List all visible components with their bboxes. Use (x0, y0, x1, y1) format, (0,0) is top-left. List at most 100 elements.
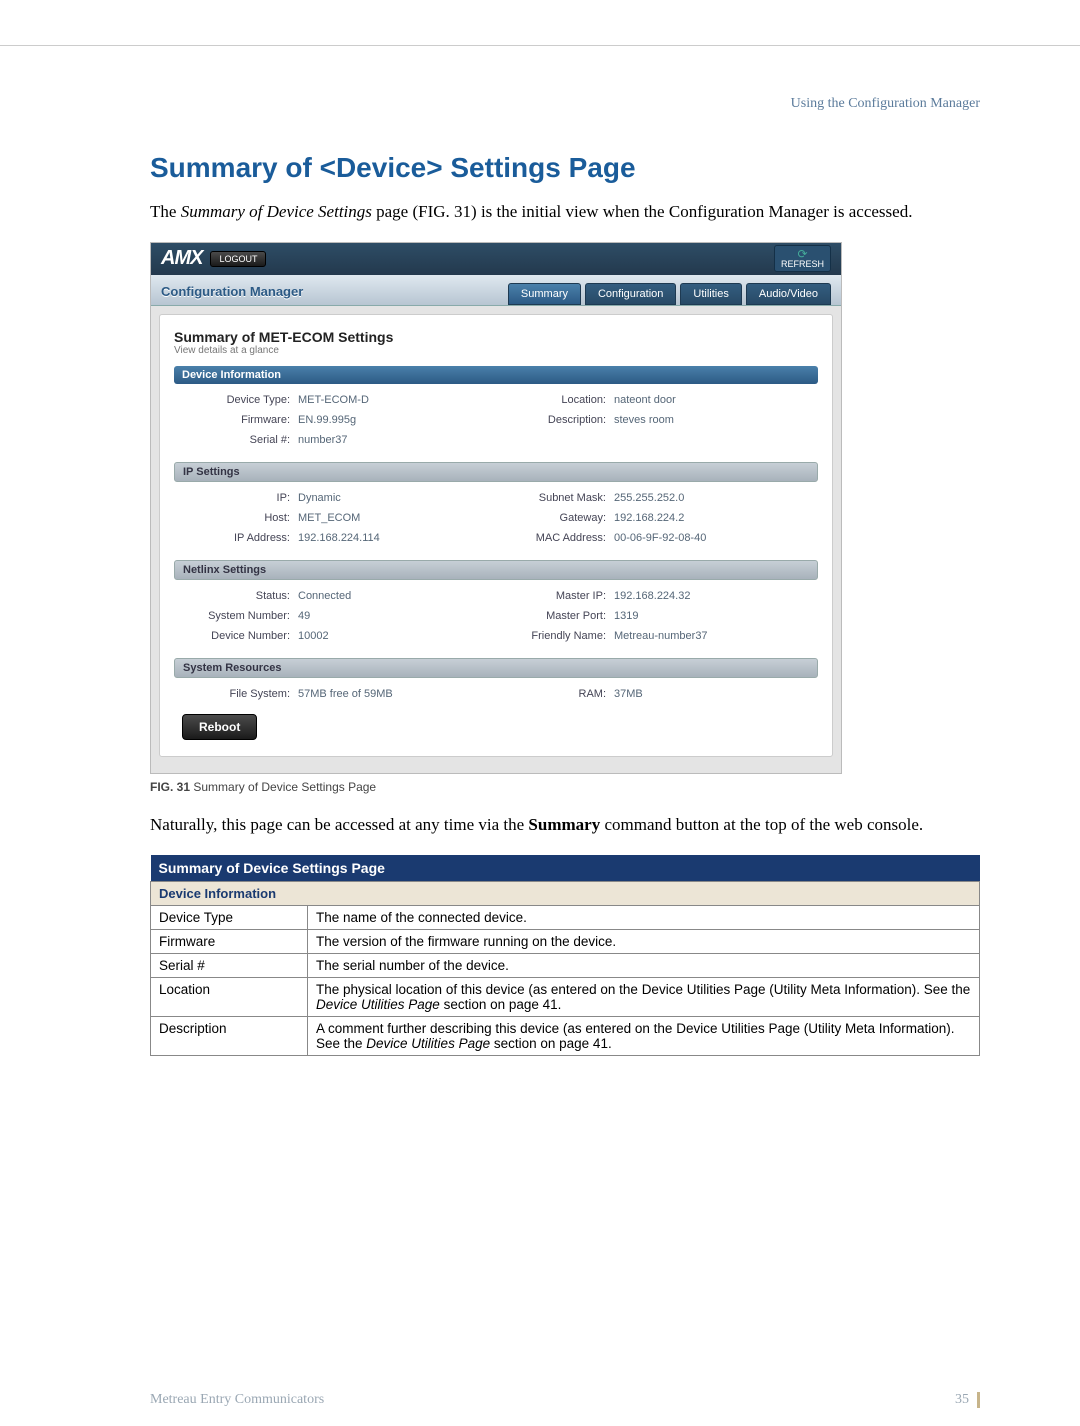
table-row: Description A comment further describing… (151, 1016, 980, 1055)
p2-strong: Summary (528, 815, 600, 834)
kv-value: 1319 (614, 610, 794, 622)
page-footer: Metreau Entry Communicators 35 (150, 1392, 980, 1408)
row-label: Device Type (151, 905, 308, 929)
section-device-info: Device Information (174, 366, 818, 384)
table-row: Serial # The serial number of the device… (151, 953, 980, 977)
row-label: Firmware (151, 929, 308, 953)
kv-label: Host: (180, 512, 290, 524)
section-ip-settings: IP Settings (174, 462, 818, 482)
amx-logo-area: AMX LOGOUT (161, 247, 266, 270)
footer-left: Metreau Entry Communicators (150, 1392, 324, 1408)
p2-pre: Naturally, this page can be accessed at … (150, 815, 528, 834)
section-system-resources: System Resources (174, 658, 818, 678)
row-desc: The name of the connected device. (308, 905, 980, 929)
intro-post: page (FIG. 31) is the initial view when … (372, 202, 913, 221)
kv-label: Gateway: (486, 512, 606, 524)
screenshot-figure: AMX LOGOUT ⟳ REFRESH Configuration Manag… (150, 242, 842, 774)
section-netlinx-settings: Netlinx Settings (174, 560, 818, 580)
kv-value: steves room (614, 414, 794, 426)
kv-label: System Number: (180, 610, 290, 622)
summary-heading: Summary of MET-ECOM Settings (174, 329, 818, 345)
row-desc: The physical location of this device (as… (308, 977, 980, 1016)
kv-label: Device Type: (180, 394, 290, 406)
desc-em: Device Utilities Page (316, 997, 440, 1012)
kv-value: 192.168.224.114 (298, 532, 478, 544)
kv-value: 00-06-9F-92-08-40 (614, 532, 794, 544)
fig-label: FIG. 31 (150, 780, 190, 794)
kv-value: 192.168.224.2 (614, 512, 794, 524)
kv-value: Dynamic (298, 492, 478, 504)
kv-value: Metreau-number37 (614, 630, 794, 642)
desc-pre: The physical location of this device (as… (316, 982, 970, 997)
kv-value: 192.168.224.32 (614, 590, 794, 602)
kv-label: File System: (180, 688, 290, 700)
footer-page-number: 35 (955, 1392, 969, 1408)
intro-paragraph: The Summary of Device Settings page (FIG… (150, 201, 980, 224)
config-manager-title: Configuration Manager (161, 284, 303, 305)
kv-value: MET_ECOM (298, 512, 478, 524)
kv-label: IP Address: (180, 532, 290, 544)
paragraph-2: Naturally, this page can be accessed at … (150, 814, 980, 837)
kv-label: Serial #: (180, 434, 290, 446)
kv-label: Subnet Mask: (486, 492, 606, 504)
fig-text: Summary of Device Settings Page (193, 780, 376, 794)
tab-configuration[interactable]: Configuration (585, 283, 676, 305)
logout-button[interactable]: LOGOUT (210, 251, 266, 267)
summary-sub: View details at a glance (174, 345, 818, 356)
ip-settings-grid: IP: Dynamic Subnet Mask: 255.255.252.0 Host… (174, 488, 818, 552)
kv-value: Connected (298, 590, 478, 602)
kv-value: 57MB free of 59MB (298, 688, 478, 700)
row-desc: The serial number of the device. (308, 953, 980, 977)
tab-utilities[interactable]: Utilities (680, 283, 741, 305)
row-desc: The version of the firmware running on t… (308, 929, 980, 953)
tab-bar: Configuration Manager Summary Configurat… (151, 275, 841, 306)
page-header: Using the Configuration Manager (150, 96, 980, 112)
row-label: Location (151, 977, 308, 1016)
kv-label: Location: (486, 394, 606, 406)
table-subheader: Device Information (151, 881, 980, 905)
tab-summary[interactable]: Summary (508, 283, 581, 305)
kv-value: 10002 (298, 630, 478, 642)
refresh-label: REFRESH (781, 260, 824, 269)
table-row: Location The physical location of this d… (151, 977, 980, 1016)
kv-value: nateont door (614, 394, 794, 406)
kv-label: Master Port: (486, 610, 606, 622)
table-row: Device Type The name of the connected de… (151, 905, 980, 929)
amx-logo: AMX (161, 247, 202, 270)
kv-value: number37 (298, 434, 478, 446)
reboot-button[interactable]: Reboot (182, 714, 257, 740)
intro-em: Summary of Device Settings (181, 202, 372, 221)
kv-label: MAC Address: (486, 532, 606, 544)
kv-value: 255.255.252.0 (614, 492, 794, 504)
row-desc: A comment further describing this device… (308, 1016, 980, 1055)
figure-caption: FIG. 31 Summary of Device Settings Page (150, 780, 980, 794)
kv-label: Friendly Name: (486, 630, 606, 642)
table-header: Summary of Device Settings Page (151, 855, 980, 882)
screenshot-topbar: AMX LOGOUT ⟳ REFRESH (151, 243, 841, 275)
kv-label: IP: (180, 492, 290, 504)
kv-label: Description: (486, 414, 606, 426)
kv-label: RAM: (486, 688, 606, 700)
refresh-button[interactable]: ⟳ REFRESH (774, 245, 831, 272)
kv-label: Device Number: (180, 630, 290, 642)
kv-label (486, 434, 606, 446)
kv-value: EN.99.995g (298, 414, 478, 426)
section-title: Summary of <Device> Settings Page (150, 152, 980, 184)
device-info-grid: Device Type: MET-ECOM-D Location: nateont d… (174, 390, 818, 454)
netlinx-settings-grid: Status:ConnectedMaster IP:192.168.224.32… (174, 586, 818, 650)
kv-value: 37MB (614, 688, 794, 700)
tab-audiovideo[interactable]: Audio/Video (746, 283, 831, 305)
row-label: Serial # (151, 953, 308, 977)
kv-label: Master IP: (486, 590, 606, 602)
kv-value: MET-ECOM-D (298, 394, 478, 406)
desc-post: section on page 41. (440, 997, 562, 1012)
table-row: Firmware The version of the firmware run… (151, 929, 980, 953)
p2-post: command button at the top of the web con… (600, 815, 923, 834)
row-label: Description (151, 1016, 308, 1055)
kv-label: Firmware: (180, 414, 290, 426)
kv-value: 49 (298, 610, 478, 622)
intro-pre: The (150, 202, 181, 221)
description-table: Summary of Device Settings Page Device I… (150, 855, 980, 1056)
desc-post: section on page 41. (490, 1036, 612, 1051)
desc-em: Device Utilities Page (366, 1036, 490, 1051)
